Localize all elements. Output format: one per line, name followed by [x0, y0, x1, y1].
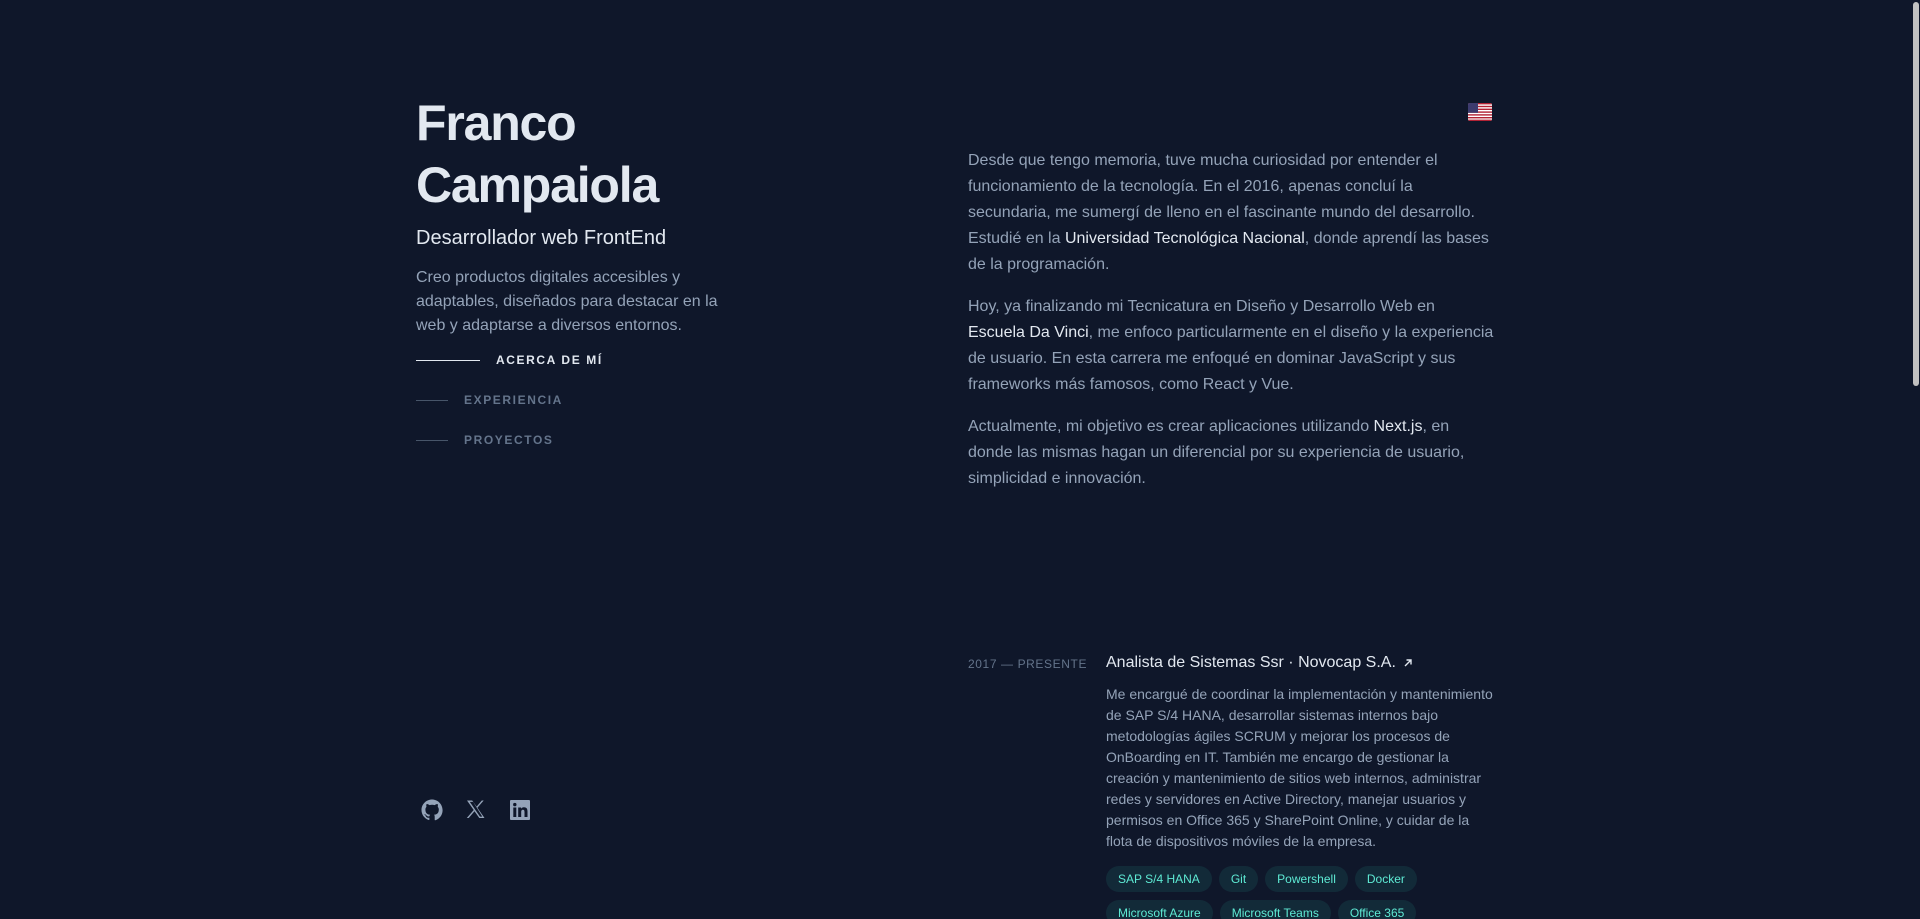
nav-item-label: EXPERIENCIA — [464, 393, 563, 407]
nav-item-label: ACERCA DE MÍ — [496, 353, 603, 367]
tech-tag: Microsoft Azure — [1106, 900, 1213, 919]
davinci-link[interactable]: Escuela Da Vinci — [968, 324, 1089, 341]
tech-tags: SAP S/4 HANA Git Powershell Docker Micro… — [1106, 866, 1498, 919]
social-links — [420, 798, 532, 822]
nav-indicator — [416, 359, 480, 361]
profile-role: Desarrollador web FrontEnd — [416, 227, 667, 249]
us-flag-icon[interactable] — [1468, 103, 1492, 121]
about-paragraph: Desde que tengo memoria, tuve mucha curi… — [968, 148, 1494, 278]
nav-item-experience[interactable]: EXPERIENCIA — [416, 380, 603, 420]
nav-item-about[interactable]: ACERCA DE MÍ — [416, 340, 603, 380]
page: Franco Campaiola Desarrollador web Front… — [0, 0, 1920, 919]
experience-item[interactable]: 2017 — PRESENTE Analista de Sistemas Ssr… — [968, 650, 1498, 919]
tech-tag: SAP S/4 HANA — [1106, 866, 1212, 892]
experience-date: 2017 — PRESENTE — [968, 657, 1088, 671]
nav-indicator — [416, 399, 448, 401]
experience-body: Analista de Sistemas Ssr · Novocap S.A. … — [1106, 650, 1498, 919]
github-icon[interactable] — [420, 798, 444, 822]
arrow-up-right-icon — [1404, 659, 1412, 667]
scrollbar[interactable] — [1912, 0, 1920, 919]
utn-link[interactable]: Universidad Tecnológica Nacional — [1065, 230, 1305, 247]
experience-title: Analista de Sistemas Ssr · Novocap S.A. — [1106, 654, 1396, 671]
nav-item-label: PROYECTOS — [464, 433, 554, 447]
tech-tag: Git — [1218, 866, 1259, 892]
scrollbar-thumb[interactable] — [1913, 2, 1919, 386]
tech-tag: Powershell — [1265, 866, 1348, 892]
about-text: Actualmente, mi objetivo es crear aplica… — [968, 418, 1374, 435]
section-nav: ACERCA DE MÍ EXPERIENCIA PROYECTOS — [416, 340, 603, 460]
about-section: Desde que tengo memoria, tuve mucha curi… — [968, 148, 1494, 508]
about-paragraph: Actualmente, mi objetivo es crear aplica… — [968, 414, 1494, 492]
nextjs-link[interactable]: Next.js — [1374, 418, 1423, 435]
nav-indicator — [416, 439, 448, 441]
about-paragraph: Hoy, ya finalizando mi Tecnicatura en Di… — [968, 294, 1494, 398]
about-text: Hoy, ya finalizando mi Tecnicatura en Di… — [968, 298, 1435, 315]
linkedin-icon[interactable] — [508, 798, 532, 822]
tech-tag: Docker — [1354, 866, 1417, 892]
experience-description: Me encargué de coordinar la implementaci… — [1106, 686, 1493, 849]
profile-name[interactable]: Franco Campaiola — [416, 92, 816, 216]
experience-title-link[interactable]: Analista de Sistemas Ssr · Novocap S.A. — [1106, 650, 1498, 676]
profile-bio: Creo productos digitales accesibles y ad… — [416, 269, 718, 334]
tech-tag: Office 365 — [1337, 900, 1417, 919]
tech-tag: Microsoft Teams — [1219, 900, 1331, 919]
nav-item-projects[interactable]: PROYECTOS — [416, 420, 603, 460]
profile-header: Franco Campaiola Desarrollador web Front… — [416, 92, 816, 338]
x-icon[interactable] — [464, 798, 488, 822]
